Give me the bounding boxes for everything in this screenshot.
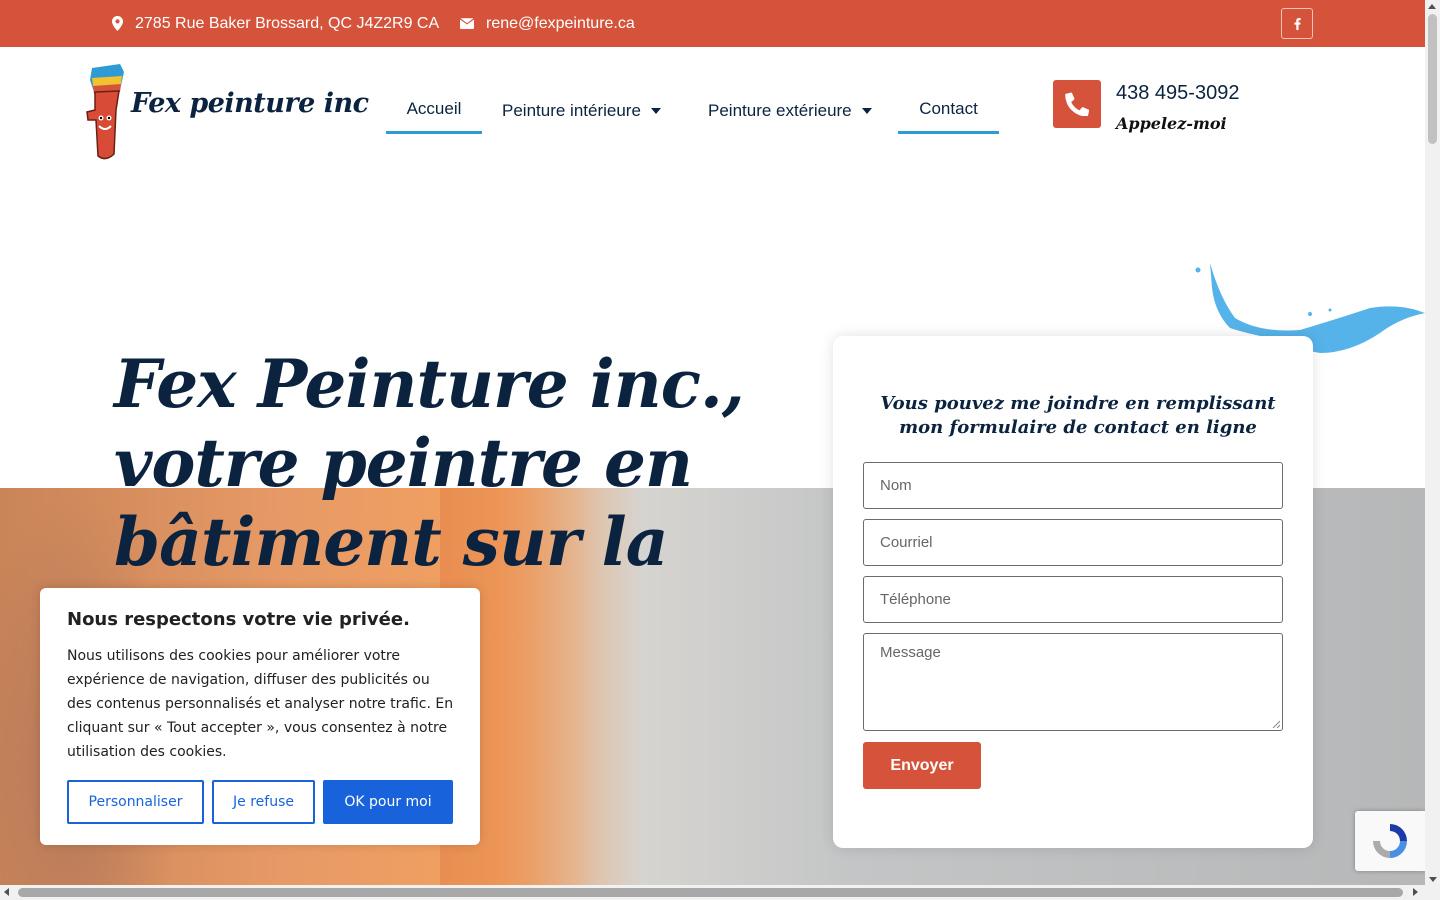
scroll-down-icon[interactable] xyxy=(1429,877,1437,882)
horizontal-scrollbar[interactable] xyxy=(0,877,1440,900)
nav-item-peinture-exterieure[interactable]: Peinture extérieure xyxy=(688,87,892,134)
hero-title-line: Fex Peinture inc., xyxy=(114,345,745,423)
nav-item-label: Contact xyxy=(919,99,978,118)
email-placeholder: Courriel xyxy=(880,534,933,551)
nav-item-label: Peinture intérieure xyxy=(502,100,641,120)
nav-item-peinture-interieure[interactable]: Peinture intérieure xyxy=(482,87,681,134)
recaptcha-icon xyxy=(1373,824,1407,858)
customize-button[interactable]: Personnaliser xyxy=(67,780,204,824)
phone-icon xyxy=(1065,92,1089,116)
nav-item-accueil[interactable]: Accueil xyxy=(386,87,482,134)
message-placeholder: Message xyxy=(880,644,941,661)
name-placeholder: Nom xyxy=(880,477,912,494)
recaptcha-badge[interactable] xyxy=(1355,811,1425,871)
top-bar: 2785 Rue Baker Brossard, QC J4Z2R9 CA re… xyxy=(0,0,1425,47)
nav-item-label: Peinture extérieure xyxy=(708,100,852,120)
phone-placeholder: Téléphone xyxy=(880,591,951,608)
map-pin-icon xyxy=(112,16,123,31)
nav-item-label: Accueil xyxy=(406,99,462,118)
nav-item-contact[interactable]: Contact xyxy=(898,87,999,134)
caret-down-icon xyxy=(861,107,872,114)
email-link[interactable]: rene@fexpeinture.ca xyxy=(460,0,635,47)
address: 2785 Rue Baker Brossard, QC J4Z2R9 CA xyxy=(112,0,439,47)
hero-title-line: bâtiment sur la xyxy=(114,503,668,581)
phone-button[interactable] xyxy=(1053,80,1101,128)
cookie-consent-popup: Nous respectons votre vie privée. Nous u… xyxy=(40,588,480,845)
hero-title-line: votre peintre en xyxy=(114,424,693,502)
phone-number[interactable]: 438 495-3092 xyxy=(1116,82,1239,105)
scroll-left-icon[interactable] xyxy=(4,888,9,896)
email-text: rene@fexpeinture.ca xyxy=(486,14,635,32)
vertical-scroll-thumb[interactable] xyxy=(1428,14,1437,144)
contact-form-card: Vous pouvez me joindre en remplissant mo… xyxy=(833,336,1313,848)
facebook-button[interactable] xyxy=(1281,8,1313,39)
reject-button[interactable]: Je refuse xyxy=(212,780,315,824)
resize-handle-icon[interactable] xyxy=(1272,720,1280,728)
phone-field[interactable]: Téléphone xyxy=(863,576,1283,623)
paintbrush-mascot-icon xyxy=(86,64,124,160)
facebook-icon xyxy=(1294,17,1301,30)
cookie-title: Nous respectons votre vie privée. xyxy=(67,609,410,630)
submit-button[interactable]: Envoyer xyxy=(863,742,981,789)
scroll-right-icon[interactable] xyxy=(1413,888,1418,896)
horizontal-scroll-thumb[interactable] xyxy=(18,888,1403,897)
email-field[interactable]: Courriel xyxy=(863,519,1283,566)
form-heading: Vous pouvez me joindre en remplissant mo… xyxy=(880,393,1276,438)
message-field[interactable]: Message xyxy=(863,633,1283,731)
scroll-up-icon[interactable] xyxy=(1428,4,1436,9)
accept-button[interactable]: OK pour moi xyxy=(323,780,453,824)
vertical-scrollbar[interactable] xyxy=(1425,0,1440,885)
hero-title: Fex Peinture inc., votre peintre en bâti… xyxy=(114,345,754,582)
cookie-text: Nous utilisons des cookies pour améliore… xyxy=(67,648,454,760)
envelope-icon xyxy=(460,18,474,29)
name-field[interactable]: Nom xyxy=(863,462,1283,509)
address-text: 2785 Rue Baker Brossard, QC J4Z2R9 CA xyxy=(135,14,440,32)
phone-caption: Appelez-moi xyxy=(1116,114,1227,133)
logo-text: Fex peinture inc xyxy=(131,88,369,119)
caret-down-icon xyxy=(650,107,661,114)
